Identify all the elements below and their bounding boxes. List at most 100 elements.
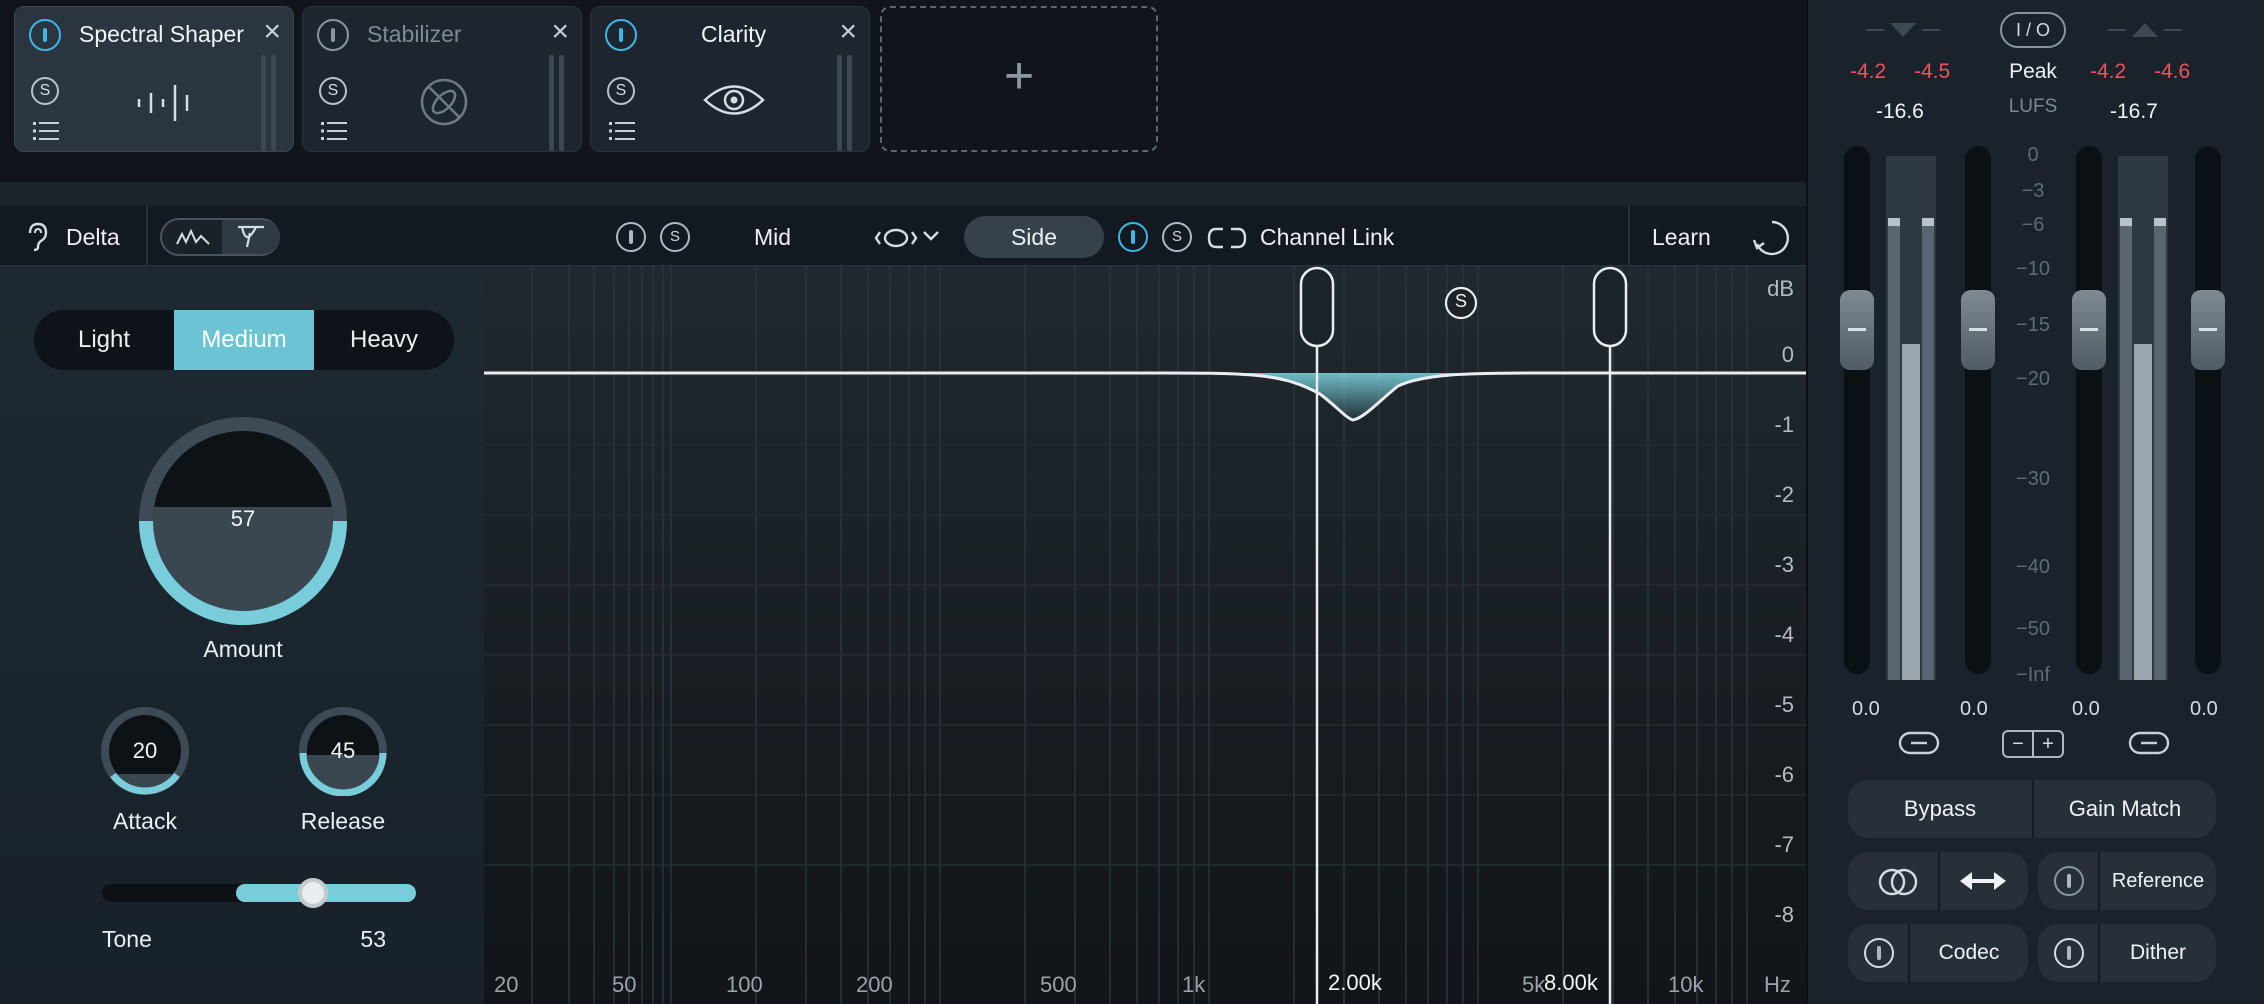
mode-light[interactable]: Light: [34, 310, 174, 370]
band-low-handle[interactable]: [1299, 266, 1335, 348]
stereo-mode-icon[interactable]: [874, 222, 944, 252]
codec-power-icon[interactable]: [1864, 938, 1894, 968]
mode-selector: Light Medium Heavy: [34, 310, 454, 370]
freq-tick: 10k: [1668, 972, 1704, 997]
module-list-icon[interactable]: [33, 121, 59, 141]
strip-divider: [0, 182, 1806, 206]
bypass-button[interactable]: Bypass: [1848, 780, 2032, 838]
codec-button[interactable]: Codec: [1910, 924, 2028, 982]
module-solo-icon[interactable]: S: [31, 77, 59, 105]
scale-tick: −15: [2016, 314, 2050, 336]
meter-zoom-control[interactable]: − +: [2002, 730, 2064, 758]
freq-tick: 200: [856, 972, 893, 997]
output-collapse-icon[interactable]: [2108, 20, 2182, 40]
db-tick: -2: [1774, 482, 1794, 507]
graph-grid: [484, 266, 1806, 1004]
module-spectral-shaper[interactable]: Spectral Shaper S ×: [14, 6, 294, 152]
lufs-label[interactable]: LUFS: [2000, 96, 2066, 118]
learn-button[interactable]: Learn: [1652, 224, 1711, 251]
module-close-icon[interactable]: ×: [263, 17, 281, 47]
output-gain-fader-handle[interactable]: [2191, 290, 2225, 370]
ear-icon[interactable]: [26, 222, 50, 252]
zoom-out-button[interactable]: −: [2004, 732, 2032, 756]
mode-medium[interactable]: Medium: [174, 310, 314, 370]
output-threshold-handle[interactable]: [2072, 290, 2106, 370]
output-threshold-track[interactable]: [2076, 146, 2102, 674]
link-icon[interactable]: [1206, 226, 1248, 250]
input-threshold-track[interactable]: [1965, 146, 1991, 674]
curve-view-icon[interactable]: [236, 225, 266, 249]
toolbar-divider: [1628, 206, 1630, 266]
mono-icon[interactable]: [1876, 867, 1920, 897]
gain-match-button[interactable]: Gain Match: [2034, 780, 2216, 838]
module-close-icon[interactable]: ×: [839, 17, 857, 47]
output-gain-fader-track[interactable]: [2195, 146, 2221, 674]
input-collapse-icon[interactable]: [1866, 20, 1940, 40]
peak-label[interactable]: Peak: [2000, 60, 2066, 84]
io-toggle[interactable]: I / O: [2000, 12, 2066, 48]
dither-group: Dither: [2038, 924, 2216, 982]
side-label: Side: [1010, 224, 1058, 250]
side-button[interactable]: Side: [964, 216, 1104, 258]
hz-unit-label: Hz: [1764, 972, 1791, 997]
input-link-icon[interactable]: [1898, 730, 1940, 756]
module-list-icon[interactable]: [609, 121, 635, 141]
reference-power-icon[interactable]: [2054, 866, 2084, 896]
scale-tick: −30: [2016, 468, 2050, 490]
reference-group: Reference: [2038, 852, 2216, 910]
output-peak-hold-left: [2120, 218, 2132, 226]
dither-button[interactable]: Dither: [2100, 924, 2216, 982]
output-meter-bar-right: [2154, 224, 2166, 680]
input-threshold-handle[interactable]: [1961, 290, 1995, 370]
module-close-icon[interactable]: ×: [551, 17, 569, 47]
mode-heavy[interactable]: Heavy: [314, 310, 454, 370]
output-peak-hold-right: [2154, 218, 2166, 226]
output-link-icon[interactable]: [2128, 730, 2170, 756]
input-gain-right[interactable]: 0.0: [1960, 698, 1988, 721]
db-tick: -6: [1774, 762, 1794, 787]
monitor-group: [1848, 852, 2028, 910]
tone-slider[interactable]: [102, 878, 416, 908]
zoom-in-button[interactable]: +: [2034, 732, 2062, 756]
module-list-icon[interactable]: [321, 121, 347, 141]
reference-button[interactable]: Reference: [2100, 852, 2216, 910]
side-solo-icon[interactable]: S: [1162, 222, 1192, 252]
view-toggle[interactable]: [160, 218, 280, 256]
module-title: Stabilizer: [367, 21, 462, 47]
module-power-icon[interactable]: [29, 19, 61, 51]
freq-tick: 50: [612, 972, 637, 997]
module-clarity[interactable]: Clarity S ×: [590, 6, 870, 152]
input-gain-fader-handle[interactable]: [1840, 290, 1874, 370]
mid-power-icon[interactable]: [616, 222, 646, 252]
db-tick: -1: [1774, 412, 1794, 437]
mid-solo-icon[interactable]: S: [660, 222, 690, 252]
band-high-handle[interactable]: [1592, 266, 1628, 348]
reset-icon[interactable]: [1752, 218, 1792, 258]
delta-label[interactable]: Delta: [66, 224, 120, 251]
output-peak-left: -4.2: [2090, 60, 2127, 83]
module-solo-icon[interactable]: S: [319, 77, 347, 105]
output-gain-left[interactable]: 0.0: [2072, 698, 2100, 721]
side-power-icon[interactable]: [1118, 222, 1148, 252]
input-gain-fader-track[interactable]: [1844, 146, 1870, 674]
input-peak-hold-left: [1888, 218, 1900, 226]
tone-slider-handle[interactable]: [298, 878, 328, 908]
add-module-button[interactable]: +: [880, 6, 1158, 152]
module-stabilizer[interactable]: Stabilizer S ×: [302, 6, 582, 152]
output-gain-right[interactable]: 0.0: [2190, 698, 2218, 721]
button-divider: [1938, 852, 1940, 910]
swap-channels-icon[interactable]: [1960, 870, 2006, 892]
channel-link-label[interactable]: Channel Link: [1260, 224, 1394, 251]
module-power-icon[interactable]: [605, 19, 637, 51]
freq-tick: 500: [1040, 972, 1077, 997]
dither-power-icon[interactable]: [2054, 938, 2084, 968]
toolbar-divider: [146, 206, 148, 266]
band-low-freq-label[interactable]: 2.00k: [1328, 970, 1382, 996]
spectral-shaper-icon: [137, 85, 189, 121]
band-high-freq-label[interactable]: 8.00k: [1544, 970, 1598, 996]
mid-label[interactable]: Mid: [754, 224, 791, 251]
module-power-icon[interactable]: [317, 19, 349, 51]
spectrum-view-icon[interactable]: [176, 228, 210, 246]
input-gain-left[interactable]: 0.0: [1852, 698, 1880, 721]
module-solo-icon[interactable]: S: [607, 77, 635, 105]
